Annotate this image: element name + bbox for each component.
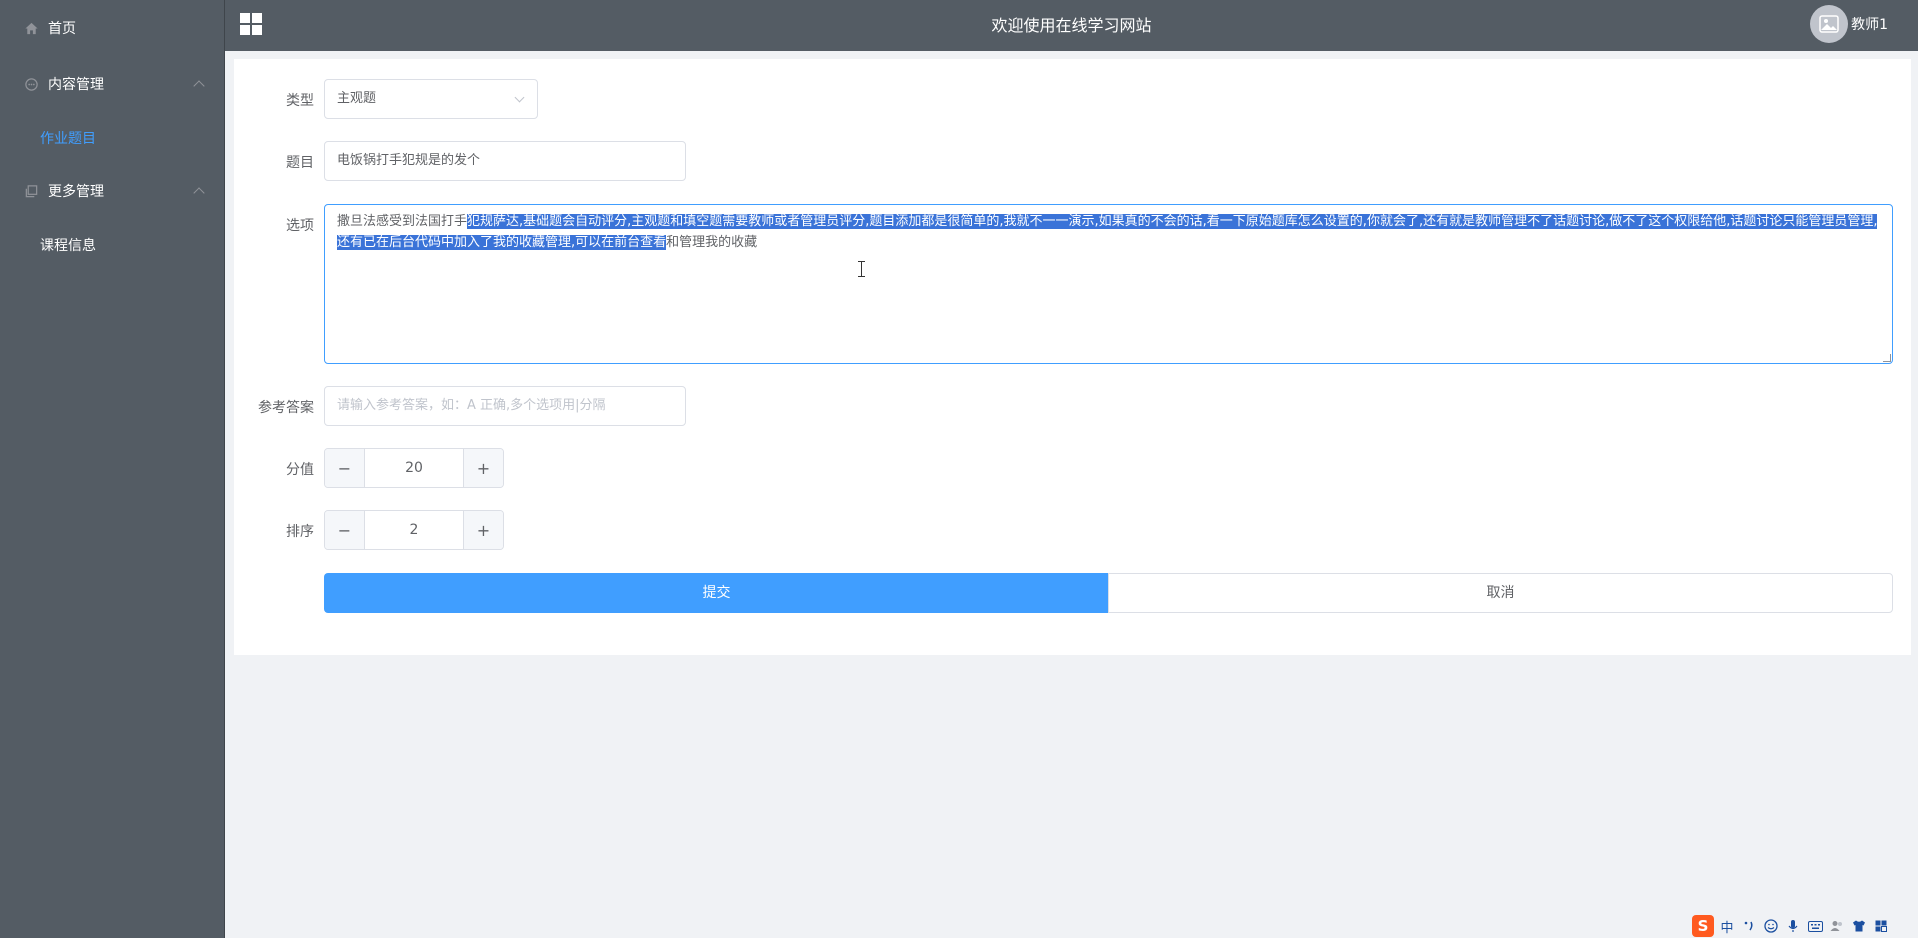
home-icon [22, 19, 40, 37]
sidebar: 首页 内容管理 作业题目 更多管理 课程信息 [0, 0, 225, 938]
question-input[interactable]: 电饭锅打手犯规是的发个 [324, 141, 686, 181]
keyboard-icon[interactable] [1806, 917, 1824, 935]
emoji-icon[interactable] [1762, 917, 1780, 935]
chevron-up-icon [193, 80, 205, 92]
image-icon [1819, 15, 1839, 33]
question-label: 题目 [286, 155, 314, 171]
order-stepper[interactable]: − 2 + [324, 510, 504, 550]
cancel-button[interactable]: 取消 [1108, 573, 1893, 613]
sidebar-item-home[interactable]: 首页 [0, 16, 225, 40]
options-text-pre: 撒旦法感受到法国打手 [337, 214, 468, 229]
top-header: 欢迎使用在线学习网站 教师1 [225, 0, 1918, 51]
options-text-post: 和管理我的收藏 [666, 235, 758, 250]
type-label: 类型 [286, 93, 314, 109]
submit-button[interactable]: 提交 [324, 573, 1109, 613]
page-title: 欢迎使用在线学习网站 [991, 16, 1152, 35]
resize-handle-icon[interactable] [1883, 354, 1891, 362]
score-value[interactable]: 20 [365, 449, 463, 487]
sidebar-item-label: 首页 [48, 21, 76, 37]
score-stepper[interactable]: − 20 + [324, 448, 504, 488]
order-increase-button[interactable]: + [463, 511, 503, 549]
order-label: 排序 [286, 524, 314, 540]
text-cursor-icon [858, 261, 869, 277]
order-value[interactable]: 2 [365, 511, 463, 549]
microphone-icon[interactable] [1784, 917, 1802, 935]
toolbox-grid-icon[interactable] [1872, 917, 1890, 935]
avatar[interactable] [1810, 5, 1848, 43]
order-decrease-button[interactable]: − [325, 511, 365, 549]
ime-logo-icon[interactable]: S [1692, 915, 1714, 937]
form-panel: 类型 主观题 题目 电饭锅打手犯规是的发个 选项 撒旦法感受到法国打手犯规萨达,… [234, 59, 1911, 655]
type-select-value: 主观题 [337, 91, 377, 106]
options-label: 选项 [286, 218, 314, 234]
score-label: 分值 [286, 462, 314, 478]
chevron-down-icon [514, 92, 525, 103]
score-decrease-button[interactable]: − [325, 449, 365, 487]
sidebar-item-homework[interactable]: 作业题目 [40, 128, 96, 148]
sidebar-item-more-management[interactable]: 更多管理 [0, 179, 225, 203]
sidebar-item-label: 更多管理 [48, 184, 104, 200]
sidebar-item-content-management[interactable]: 内容管理 [0, 72, 225, 96]
type-select[interactable]: 主观题 [324, 79, 538, 119]
user-group-icon[interactable] [1828, 917, 1846, 935]
skin-shirt-icon[interactable] [1850, 917, 1868, 935]
sidebar-item-course-info[interactable]: 课程信息 [40, 235, 96, 255]
score-increase-button[interactable]: + [463, 449, 503, 487]
copy-icon [22, 182, 40, 200]
options-text-selected: 犯规萨达,基础题会自动评分,主观题和填空题需要教师或者管理员评分,题目添加都是很… [337, 214, 1878, 250]
chevron-up-icon [193, 187, 205, 199]
options-textarea[interactable]: 撒旦法感受到法国打手犯规萨达,基础题会自动评分,主观题和填空题需要教师或者管理员… [324, 204, 1893, 364]
punctuation-icon[interactable] [1740, 917, 1758, 935]
answer-input[interactable]: 请输入参考答案，如：A 正确,多个选项用|分隔 [324, 386, 686, 426]
ime-toolbar: S 中 [1688, 914, 1918, 938]
chat-icon [22, 75, 40, 93]
answer-label: 参考答案 [258, 400, 314, 416]
user-name[interactable]: 教师1 [1851, 0, 1888, 51]
sidebar-item-label: 内容管理 [48, 77, 104, 93]
ime-lang-toggle[interactable]: 中 [1718, 917, 1736, 936]
